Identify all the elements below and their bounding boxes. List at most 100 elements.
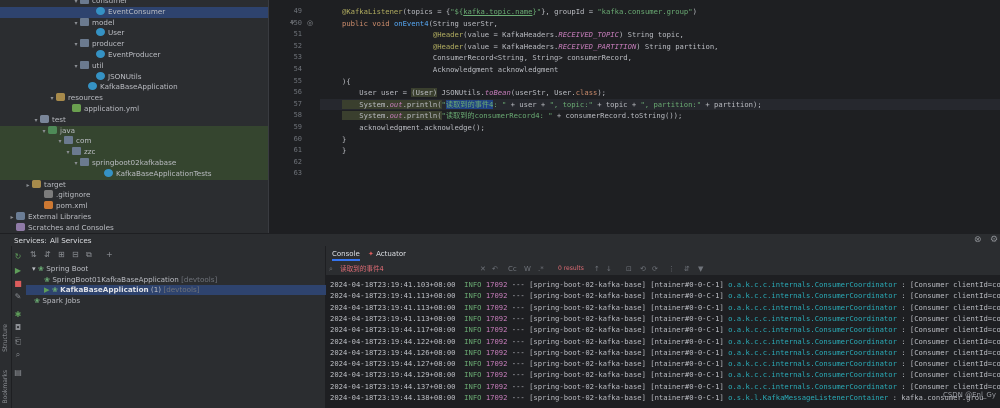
line-number: 61 bbox=[293, 146, 302, 155]
code-line[interactable]: ConsumerRecord<String, String> consumerR… bbox=[320, 52, 1000, 64]
stop-icon[interactable]: ■ bbox=[13, 279, 23, 289]
cls-icon bbox=[96, 71, 105, 80]
tree-item[interactable]: ▾ producer bbox=[0, 39, 268, 50]
code-token: System. bbox=[342, 99, 390, 109]
tree-item[interactable]: .gitignore bbox=[0, 190, 268, 201]
tree-item[interactable]: KafkaBaseApplication bbox=[0, 82, 268, 93]
code-editor[interactable]: @KafkaListener(topics = {"${kafka.topic.… bbox=[320, 0, 1000, 233]
service-item[interactable]: ▾ ❀ Spring Boot bbox=[26, 264, 326, 274]
tree-item[interactable]: ▾ util bbox=[0, 60, 268, 72]
words-icon[interactable]: W bbox=[524, 264, 531, 274]
log-message: : [Consumer clientId=co bbox=[896, 381, 1000, 391]
search-input[interactable]: 读取到的事件4 bbox=[340, 264, 384, 274]
group-icon[interactable]: ⊞ bbox=[58, 250, 65, 259]
tree-item[interactable]: Scratches and Consoles bbox=[0, 222, 268, 233]
pkg-icon bbox=[80, 0, 89, 4]
code-token: }, groupId = bbox=[541, 7, 598, 16]
tree-item[interactable]: EventProducer bbox=[0, 50, 268, 61]
rerun-icon[interactable]: ↻ bbox=[13, 252, 23, 262]
code-line[interactable]: System.out.println("读取到的事件4: " + user + … bbox=[320, 98, 1000, 111]
history-icon[interactable]: ↶ bbox=[492, 264, 498, 274]
tree-item[interactable]: ▾ model bbox=[0, 17, 268, 29]
code-line[interactable]: } bbox=[320, 134, 1000, 146]
layout-icon[interactable]: ▤ bbox=[13, 368, 23, 378]
tree-item[interactable]: ▾ springboot02kafkabase bbox=[0, 158, 268, 169]
tree-item[interactable]: ▾ com bbox=[0, 136, 268, 148]
expand-all-icon[interactable]: ⇅ bbox=[30, 250, 37, 259]
tree-item[interactable]: ▾ zzc bbox=[0, 147, 268, 158]
listener-icon[interactable]: ◎ bbox=[307, 19, 313, 27]
code-line[interactable]: @KafkaListener(topics = {"${kafka.topic.… bbox=[320, 6, 1000, 18]
log-line: 2024-04-18T23:19:44.129+08:00 INFO 17092… bbox=[326, 369, 1000, 380]
filter-icon[interactable]: ⊟ bbox=[72, 250, 79, 259]
tree-item[interactable]: ▸ target bbox=[0, 179, 268, 191]
undo-icon[interactable]: ⟲ bbox=[640, 264, 646, 274]
select-all-icon[interactable]: ⊡ bbox=[626, 264, 632, 274]
bookmarks-tool-label[interactable]: Bookmarks bbox=[2, 370, 9, 404]
service-item[interactable]: ❀ SpringBoot01KafkaBaseApplication [devt… bbox=[26, 275, 326, 285]
code-token: User user = bbox=[342, 88, 412, 98]
wrench-icon[interactable]: ✎ bbox=[13, 292, 23, 302]
tree-item[interactable]: KafkaBaseApplicationTests bbox=[0, 168, 268, 180]
code-line[interactable] bbox=[320, 168, 1000, 180]
code-line[interactable]: @Header(value = KafkaHeaders.RECEIVED_PA… bbox=[320, 41, 1000, 53]
code-token: + topic + bbox=[592, 99, 641, 109]
console-search-bar[interactable]: ⌕ 读取到的事件4 ✕ ↶ Cc W .* 0 results ↑ ↓ ⊡ ⟲ … bbox=[326, 262, 1000, 276]
code-line[interactable]: System.out.println("读取到的consumerRecord4:… bbox=[320, 110, 1000, 122]
filter-icon[interactable]: ▼ bbox=[698, 264, 703, 274]
result-count: 0 results bbox=[558, 265, 584, 272]
restore-icon[interactable]: ⎗ bbox=[13, 337, 23, 347]
options-icon[interactable]: ⋮ bbox=[668, 264, 675, 274]
log-logger: o.a.k.c.c.internals.ConsumerCoordinator bbox=[728, 302, 897, 312]
code-token: (User) bbox=[411, 88, 438, 98]
tree-item[interactable]: EventConsumer bbox=[0, 6, 268, 18]
tree-item[interactable]: ▸ External Libraries bbox=[0, 212, 268, 223]
tree-item[interactable]: ▾ test bbox=[0, 114, 268, 126]
sort-icon[interactable]: ⇵ bbox=[684, 264, 690, 274]
code-line[interactable]: User user = (User) JSONUtils.toBean(user… bbox=[320, 87, 1000, 99]
tree-item[interactable]: pom.xml bbox=[0, 201, 268, 212]
tree-item[interactable]: ▾ consumer bbox=[0, 0, 268, 7]
line-number: 62 bbox=[293, 157, 302, 166]
code-token: ) bbox=[692, 7, 697, 16]
code-line[interactable]: acknowledgment.acknowledge(); bbox=[320, 122, 1000, 134]
camera-icon[interactable]: ◘ bbox=[13, 323, 23, 333]
search-icon[interactable]: ⌕ bbox=[13, 350, 23, 360]
clear-icon[interactable]: ✕ bbox=[480, 264, 486, 274]
collapse-all-icon[interactable]: ⇵ bbox=[44, 250, 51, 259]
debug-icon[interactable]: ✱ bbox=[13, 310, 23, 320]
log-message: : [Consumer clientId=co bbox=[896, 370, 1000, 380]
tree-item[interactable]: User bbox=[0, 28, 268, 39]
tree-item[interactable]: ▾ resources bbox=[0, 93, 268, 104]
add-icon[interactable]: + bbox=[106, 250, 113, 259]
tree-item[interactable]: ▾ java bbox=[0, 125, 268, 137]
regex-icon[interactable]: .* bbox=[538, 264, 544, 274]
code-line[interactable]: Acknowledgment acknowledgment bbox=[320, 64, 1000, 76]
tree-item-label: pom.xml bbox=[56, 201, 88, 211]
service-item[interactable]: ▶ ❀ KafkaBaseApplication (1) [devtools] bbox=[26, 285, 326, 296]
tab-console[interactable]: Console bbox=[332, 249, 360, 261]
code-line[interactable]: public void onEvent4(String userStr, bbox=[320, 18, 1000, 30]
code-token: (value = KafkaHeaders. bbox=[463, 30, 559, 40]
next-match-icon[interactable]: ↓ bbox=[606, 264, 612, 274]
new-window-icon[interactable]: ⧉ bbox=[86, 250, 92, 260]
tree-item[interactable]: JSONUtils bbox=[0, 71, 268, 83]
tree-item-label: java bbox=[60, 125, 76, 135]
code-line[interactable] bbox=[320, 157, 1000, 169]
code-token: RECEIVED_TOPIC bbox=[558, 30, 619, 40]
code-line[interactable]: @Header(value = KafkaHeaders.RECEIVED_TO… bbox=[320, 29, 1000, 41]
run-icon[interactable]: ▶ bbox=[13, 266, 23, 276]
tree-item[interactable]: application.yml bbox=[0, 104, 268, 115]
prev-match-icon[interactable]: ↑ bbox=[594, 264, 600, 274]
code-line[interactable]: } bbox=[320, 145, 1000, 157]
tab-actuator[interactable]: ✦ Actuator bbox=[368, 249, 406, 259]
log-logger: o.a.k.c.c.internals.ConsumerCoordinator bbox=[728, 313, 897, 323]
code-token: .println( bbox=[402, 111, 442, 121]
sp bbox=[456, 382, 465, 391]
redo-icon[interactable]: ⟳ bbox=[652, 264, 658, 274]
match-case-icon[interactable]: Cc bbox=[508, 264, 517, 274]
service-item[interactable]: ❀ Spark Jobs bbox=[26, 296, 326, 306]
structure-tool-label[interactable]: Structure bbox=[2, 324, 9, 352]
code-line[interactable]: ){ bbox=[320, 76, 1000, 88]
